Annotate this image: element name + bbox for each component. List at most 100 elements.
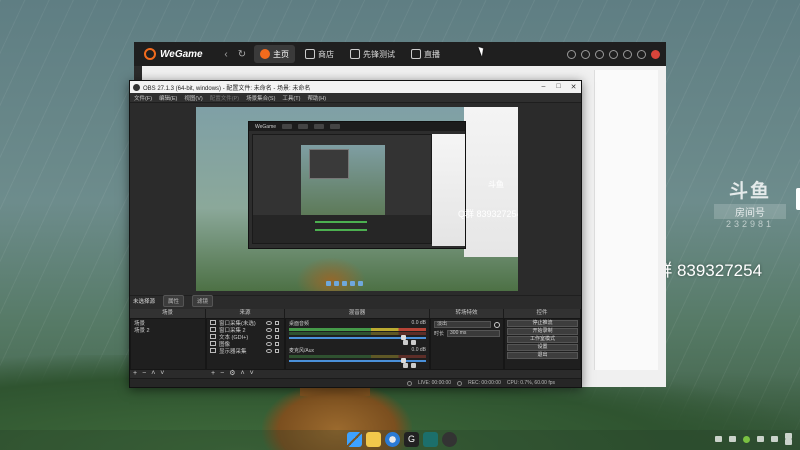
file-explorer-icon[interactable] xyxy=(366,432,381,447)
preview-douyu-logo: 斗鱼 xyxy=(488,180,504,189)
visibility-eye-icon[interactable] xyxy=(266,334,272,339)
lock-icon[interactable] xyxy=(275,320,279,325)
network-icon[interactable] xyxy=(757,436,764,442)
refresh-icon[interactable]: ↻ xyxy=(234,49,250,60)
menu-profile[interactable]: 配置文件(P) xyxy=(210,94,239,102)
stop-streaming-button[interactable]: 停止推流 xyxy=(507,320,578,327)
lock-icon[interactable] xyxy=(275,327,279,332)
mixer-dock-title: 混音器 xyxy=(285,309,430,318)
tab-store[interactable]: 商店 xyxy=(299,45,340,63)
obs-window[interactable]: OBS 27.1.3 (64-bit, windows) - 配置文件: 未命名… xyxy=(129,80,582,388)
controls-dock-title: 控件 xyxy=(504,309,581,318)
volume-slider[interactable] xyxy=(289,335,426,340)
mixer-channel-level: 0.0 dB xyxy=(411,347,426,353)
close-icon[interactable]: ✕ xyxy=(566,83,581,91)
menu-help[interactable]: 帮助(H) xyxy=(307,94,326,102)
tray-chevron-icon[interactable] xyxy=(729,436,736,442)
studio-mode-button[interactable]: 工作室模式 xyxy=(507,336,578,343)
tab-home[interactable]: 主页 xyxy=(254,45,295,63)
scenes-dock: 场景 场景 2 xyxy=(130,318,206,370)
transition-type-select[interactable]: 淡出 xyxy=(434,321,491,328)
image-icon xyxy=(210,341,216,346)
transitions-dock: 淡出 时长 300 ms xyxy=(430,318,504,370)
weather-icon[interactable] xyxy=(715,436,722,442)
controls-dock: 停止推流 开始录制 工作室模式 设置 退出 xyxy=(504,318,581,370)
wegame-logo[interactable]: WeGame xyxy=(134,48,218,60)
tray-app-icon[interactable] xyxy=(743,435,750,443)
mixer-gear-icon[interactable] xyxy=(411,363,416,368)
properties-button[interactable]: 属性 xyxy=(163,295,185,307)
move-down-icon[interactable]: ˅ xyxy=(250,370,254,378)
maximize-icon[interactable] xyxy=(637,49,646,59)
source-settings-icon[interactable]: ⚙ xyxy=(229,370,235,378)
menu-tools[interactable]: 工具(T) xyxy=(282,94,300,102)
close-icon[interactable] xyxy=(651,49,660,59)
add-scene-icon[interactable]: + xyxy=(133,370,137,378)
gift-icon[interactable] xyxy=(567,49,576,59)
tab-home-label: 主页 xyxy=(273,49,289,59)
minimize-icon[interactable]: – xyxy=(536,83,551,91)
edge-browser-icon[interactable] xyxy=(385,432,400,447)
visibility-eye-icon[interactable] xyxy=(266,320,272,325)
filters-button[interactable]: 滤镜 xyxy=(192,295,214,307)
friends-icon[interactable] xyxy=(595,49,604,59)
skin-icon[interactable] xyxy=(581,49,590,59)
tab-live[interactable]: 直播 xyxy=(405,45,446,63)
remove-source-icon[interactable]: − xyxy=(220,370,224,378)
taskbar-clock[interactable] xyxy=(785,433,792,445)
obs-preview-canvas[interactable]: WeGame 斗鱼 Q群 839327254 xyxy=(196,107,518,291)
move-up-icon[interactable]: ˄ xyxy=(151,370,155,378)
maximize-icon[interactable]: □ xyxy=(551,83,566,91)
douyu-room-label: 房间号 xyxy=(714,204,786,219)
window-capture-icon xyxy=(210,320,216,325)
source-item[interactable]: 显示器采集 xyxy=(207,347,284,355)
scene-item-label: 场景 2 xyxy=(134,327,150,334)
obs-status-bar: LIVE: 00:00:00 REC: 00:00:00 CPU: 0.7%, … xyxy=(130,378,581,387)
tab-pioneer-test[interactable]: 先锋测试 xyxy=(344,45,401,63)
lock-icon[interactable] xyxy=(275,334,279,339)
test-icon xyxy=(350,49,360,59)
obs-taskbar-icon[interactable] xyxy=(442,432,457,447)
lock-icon[interactable] xyxy=(275,341,279,346)
live-timer: LIVE: 00:00:00 xyxy=(418,380,452,386)
home-avatar-icon xyxy=(260,49,270,59)
mixer-channel-name: 桌面音频 xyxy=(289,321,310,327)
tab-live-label: 直播 xyxy=(424,49,440,59)
volume-slider[interactable] xyxy=(289,358,426,363)
source-item-label: 显示器采集 xyxy=(219,348,247,355)
menu-edit[interactable]: 编辑(E) xyxy=(159,94,177,102)
transition-duration-input[interactable]: 300 ms xyxy=(447,330,500,337)
visibility-eye-icon[interactable] xyxy=(266,327,272,332)
menu-file[interactable]: 文件(F) xyxy=(134,94,152,102)
visibility-eye-icon[interactable] xyxy=(266,348,272,353)
speaker-icon[interactable] xyxy=(403,363,408,368)
nested-obs-capture: WeGame xyxy=(248,121,466,249)
app-cube-icon[interactable] xyxy=(423,432,438,447)
move-up-icon[interactable]: ˄ xyxy=(240,370,244,378)
windows-start-icon[interactable] xyxy=(347,432,362,447)
transition-settings-icon[interactable] xyxy=(494,321,500,328)
start-recording-button[interactable]: 开始录制 xyxy=(507,328,578,335)
remove-scene-icon[interactable]: − xyxy=(142,370,146,378)
volume-icon[interactable] xyxy=(771,436,778,442)
minimize-icon[interactable] xyxy=(623,49,632,59)
scene-item[interactable]: 场景 2 xyxy=(131,326,205,334)
edge-handle[interactable] xyxy=(796,188,800,210)
visibility-eye-icon[interactable] xyxy=(266,341,272,346)
wegame-taskbar-icon[interactable]: G xyxy=(404,432,419,447)
mixer-gear-icon[interactable] xyxy=(411,340,416,345)
back-arrow-icon[interactable]: ‹ xyxy=(218,49,234,60)
menu-view[interactable]: 视图(V) xyxy=(184,94,202,102)
menu-icon[interactable] xyxy=(609,49,618,59)
move-down-icon[interactable]: ˅ xyxy=(160,370,164,378)
rec-indicator-icon xyxy=(457,380,463,386)
lock-icon[interactable] xyxy=(275,348,279,353)
menu-scene-collection[interactable]: 场景集合(S) xyxy=(246,94,275,102)
settings-button[interactable]: 设置 xyxy=(507,344,578,351)
window-capture-icon xyxy=(210,327,216,332)
transitions-dock-title: 转场特效 xyxy=(430,309,504,318)
exit-button[interactable]: 退出 xyxy=(507,352,578,359)
add-source-icon[interactable]: + xyxy=(211,370,215,378)
speaker-icon[interactable] xyxy=(403,340,408,345)
wegame-logo-icon xyxy=(144,48,156,60)
